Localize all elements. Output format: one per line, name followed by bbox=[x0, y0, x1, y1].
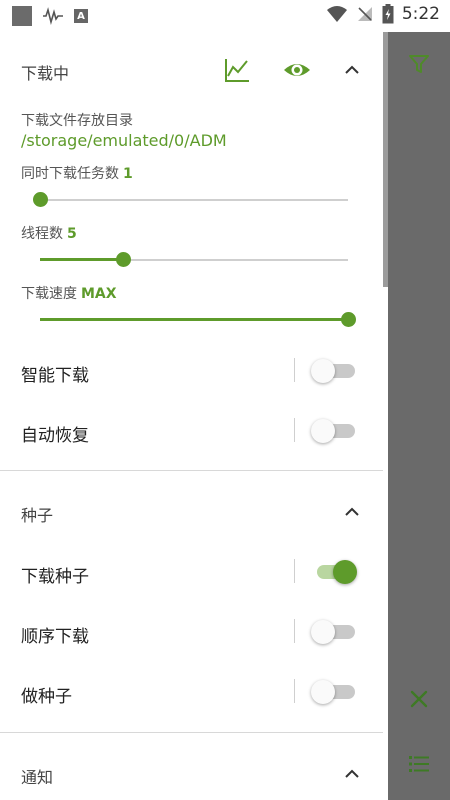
speed-label: 下载速度 MAX bbox=[21, 286, 117, 302]
concurrent-tasks-value: 1 bbox=[123, 166, 133, 182]
download-torrent-toggle[interactable] bbox=[311, 560, 357, 584]
threads-slider[interactable] bbox=[40, 250, 348, 270]
divider bbox=[294, 619, 295, 643]
settings-panel: 下载中 下载文件存放目录 /storage/emulated/0/ADM 同时下… bbox=[0, 32, 383, 800]
concurrent-tasks-label: 同时下载任务数 1 bbox=[21, 166, 133, 182]
section-divider bbox=[0, 732, 383, 733]
slider-thumb[interactable] bbox=[341, 312, 356, 327]
speed-slider[interactable] bbox=[40, 310, 356, 330]
filter-icon[interactable] bbox=[407, 52, 431, 76]
eye-icon[interactable] bbox=[283, 56, 311, 84]
slider-fill bbox=[40, 258, 124, 261]
download-torrent-label: 下载种子 bbox=[21, 567, 89, 587]
seed-label: 做种子 bbox=[21, 687, 72, 707]
slider-thumb[interactable] bbox=[116, 252, 132, 267]
smart-download-toggle[interactable] bbox=[311, 359, 357, 383]
threads-value: 5 bbox=[67, 226, 77, 242]
side-rail bbox=[388, 32, 450, 800]
chart-icon[interactable] bbox=[223, 56, 251, 84]
no-signal-icon bbox=[357, 7, 372, 21]
panel-scrollbar[interactable] bbox=[383, 32, 388, 287]
list-icon[interactable] bbox=[407, 752, 431, 776]
auto-resume-label: 自动恢复 bbox=[21, 426, 89, 446]
sequential-download-label: 顺序下载 bbox=[21, 627, 89, 647]
download-dir-label: 下载文件存放目录 bbox=[21, 113, 133, 129]
divider bbox=[294, 559, 295, 583]
chevron-up-icon[interactable] bbox=[338, 498, 366, 526]
section-divider bbox=[0, 470, 383, 471]
speed-value: MAX bbox=[81, 286, 117, 302]
section-title-notification: 通知 bbox=[21, 768, 54, 787]
divider bbox=[294, 679, 295, 703]
close-icon[interactable] bbox=[407, 687, 431, 711]
slider-thumb[interactable] bbox=[33, 192, 48, 207]
threads-label: 线程数 5 bbox=[21, 226, 77, 242]
status-bar: A 5:22 bbox=[0, 0, 450, 32]
auto-resume-toggle[interactable] bbox=[311, 419, 357, 443]
notification-app-icon bbox=[12, 6, 32, 26]
sequential-download-toggle[interactable] bbox=[311, 620, 357, 644]
wifi-icon bbox=[326, 6, 347, 22]
battery-icon bbox=[382, 4, 394, 24]
smart-download-label: 智能下载 bbox=[21, 366, 89, 386]
keyboard-icon: A bbox=[74, 9, 88, 23]
download-dir-path[interactable]: /storage/emulated/0/ADM bbox=[21, 131, 227, 150]
concurrent-tasks-slider[interactable] bbox=[33, 190, 348, 210]
chevron-up-icon[interactable] bbox=[338, 760, 366, 788]
slider-fill bbox=[40, 318, 348, 321]
divider bbox=[294, 418, 295, 442]
activity-wave-icon bbox=[43, 7, 63, 25]
divider bbox=[294, 358, 295, 382]
chevron-up-icon[interactable] bbox=[338, 56, 366, 84]
section-title-downloading: 下载中 bbox=[21, 64, 70, 83]
clock: 5:22 bbox=[401, 4, 440, 24]
seed-toggle[interactable] bbox=[311, 680, 357, 704]
section-title-torrent: 种子 bbox=[21, 506, 54, 525]
